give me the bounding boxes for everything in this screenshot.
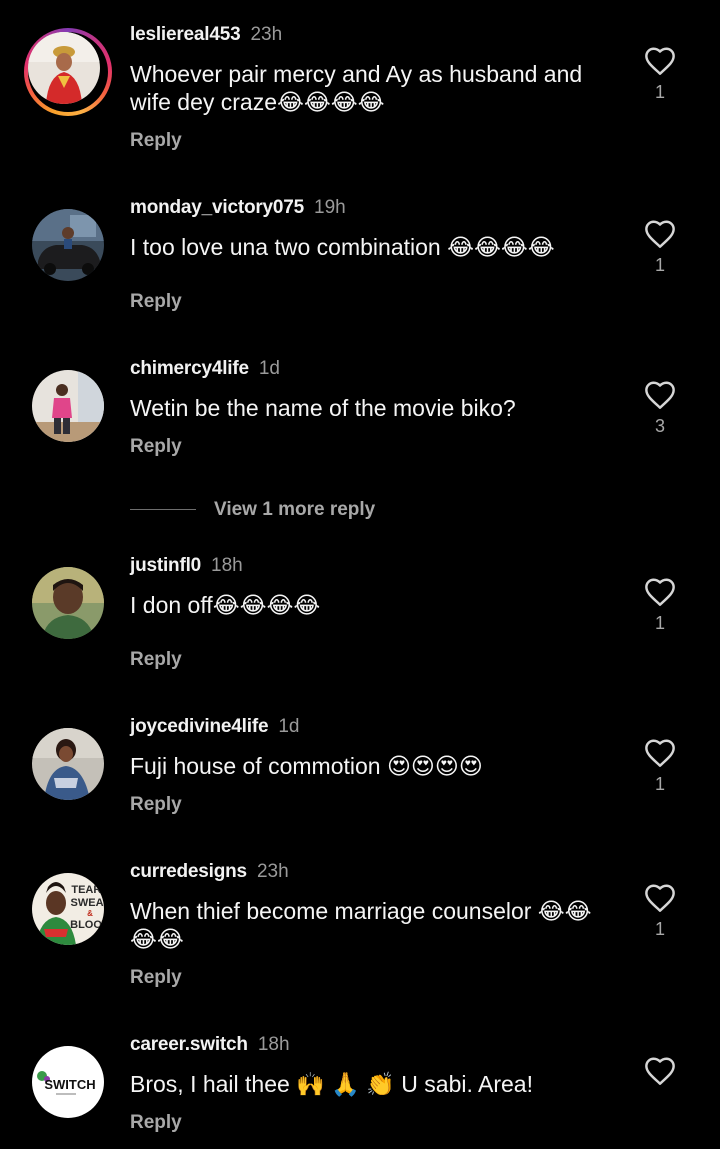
- svg-text:SWEAT: SWEAT: [71, 897, 104, 909]
- username[interactable]: joycedivine4life: [130, 716, 269, 737]
- like-control: 1: [640, 46, 680, 102]
- like-count: 1: [654, 82, 665, 102]
- comment-meta: chimercy4life 1d: [130, 358, 280, 380]
- avatar[interactable]: [32, 728, 104, 800]
- comment-text-line: Whoever pair mercy and Ay as husband and: [130, 61, 583, 87]
- avatar-photo-icon: TEARS SWEAT & BLOOD: [32, 873, 104, 945]
- avatar[interactable]: [32, 370, 104, 442]
- avatar-photo-icon: [32, 370, 104, 442]
- svg-text:&: &: [87, 909, 93, 918]
- svg-text:SWITCH: SWITCH: [44, 1077, 95, 1092]
- heart-outline-icon[interactable]: [643, 577, 677, 607]
- like-count: 1: [654, 255, 665, 275]
- comment-meta: monday_victory075 19h: [130, 197, 346, 219]
- timestamp: 18h: [211, 555, 243, 576]
- avatar-photo-icon: [32, 209, 104, 281]
- like-control: 3: [640, 380, 680, 436]
- avatar[interactable]: TEARS SWEAT & BLOOD: [32, 873, 104, 945]
- heart-outline-icon[interactable]: [643, 883, 677, 913]
- reply-button[interactable]: Reply: [130, 436, 182, 458]
- timestamp: 19h: [314, 197, 346, 218]
- username[interactable]: career.switch: [130, 1034, 248, 1055]
- comment-text: Bros, I hail thee 🙌 🙏 👏 U sabi. Area!: [130, 1070, 620, 1098]
- timestamp: 1d: [278, 716, 300, 737]
- like-control: 1: [640, 883, 680, 939]
- comment-text-line: 😂😂: [130, 926, 184, 952]
- avatar-photo-icon: [32, 567, 104, 639]
- reply-button[interactable]: Reply: [130, 291, 182, 313]
- username[interactable]: justinfl0: [130, 555, 201, 576]
- comment-text-line: Wetin be the name of the movie biko?: [130, 395, 516, 421]
- heart-outline-icon[interactable]: [643, 380, 677, 410]
- avatar[interactable]: [28, 32, 100, 104]
- comment-text-line: Fuji house of commotion 😍😍😍😍: [130, 753, 483, 779]
- comment-text: When thief become marriage counselor 😂😂 …: [130, 897, 620, 953]
- comment-text: Whoever pair mercy and Ay as husband and…: [130, 60, 620, 116]
- divider: [130, 509, 196, 510]
- comment-text-line: I don off😂😂😂😂: [130, 592, 321, 618]
- comment-text-line: wife dey craze😂😂😂😂: [130, 89, 385, 115]
- timestamp: 18h: [257, 1034, 290, 1055]
- heart-outline-icon[interactable]: [643, 1056, 677, 1086]
- comment-text: I don off😂😂😂😂: [130, 591, 620, 619]
- heart-outline-icon[interactable]: [643, 46, 677, 76]
- avatar[interactable]: SWITCH: [32, 1046, 104, 1118]
- svg-text:BLOOD: BLOOD: [70, 919, 104, 931]
- username[interactable]: chimercy4life: [130, 358, 249, 379]
- comment-text: I too love una two combination 😂😂😂😂: [130, 233, 620, 261]
- comment-meta: career.switch 18h: [130, 1034, 290, 1056]
- like-control: [640, 1056, 680, 1092]
- reply-button[interactable]: Reply: [130, 794, 182, 816]
- view-more-replies-label: View 1 more reply: [214, 499, 376, 520]
- username[interactable]: lesliereal453: [130, 24, 241, 45]
- comment-meta: curredesigns 23h: [130, 861, 289, 883]
- comment-text-line: Bros, I hail thee 🙌 🙏 👏 U sabi. Area!: [130, 1071, 533, 1097]
- reply-button[interactable]: Reply: [130, 1112, 182, 1134]
- reply-button[interactable]: Reply: [130, 649, 182, 671]
- comment-meta: lesliereal453 23h: [130, 24, 282, 46]
- story-ring[interactable]: [24, 28, 112, 116]
- like-control: 1: [640, 738, 680, 794]
- comment-text-line: I too love una two combination 😂😂😂😂: [130, 234, 555, 260]
- comment-text: Fuji house of commotion 😍😍😍😍: [130, 752, 620, 780]
- heart-outline-icon[interactable]: [643, 219, 677, 249]
- like-control: 1: [640, 577, 680, 633]
- avatar[interactable]: [32, 209, 104, 281]
- timestamp: 1d: [258, 358, 280, 379]
- username[interactable]: monday_victory075: [130, 197, 304, 218]
- svg-text:TEARS: TEARS: [71, 884, 104, 896]
- reply-button[interactable]: Reply: [130, 130, 182, 152]
- avatar-photo-icon: SWITCH: [32, 1046, 104, 1118]
- comment-meta: justinfl0 18h: [130, 555, 243, 577]
- comment-meta: joycedivine4life 1d: [130, 716, 299, 738]
- timestamp: 23h: [250, 24, 283, 45]
- username[interactable]: curredesigns: [130, 861, 247, 882]
- timestamp: 23h: [256, 861, 289, 882]
- like-count: 1: [654, 919, 665, 939]
- comment-text-line: When thief become marriage counselor 😂😂: [130, 898, 592, 924]
- like-control: 1: [640, 219, 680, 275]
- heart-outline-icon[interactable]: [643, 738, 677, 768]
- avatar-photo-icon: [32, 728, 104, 800]
- comment-text: Wetin be the name of the movie biko?: [130, 394, 620, 422]
- like-count: 3: [654, 416, 665, 436]
- view-more-replies-button[interactable]: View 1 more reply: [130, 498, 430, 522]
- avatar[interactable]: [32, 567, 104, 639]
- like-count: 1: [654, 613, 665, 633]
- avatar-photo-icon: [28, 32, 100, 104]
- reply-button[interactable]: Reply: [130, 967, 182, 989]
- like-count: 1: [654, 774, 665, 794]
